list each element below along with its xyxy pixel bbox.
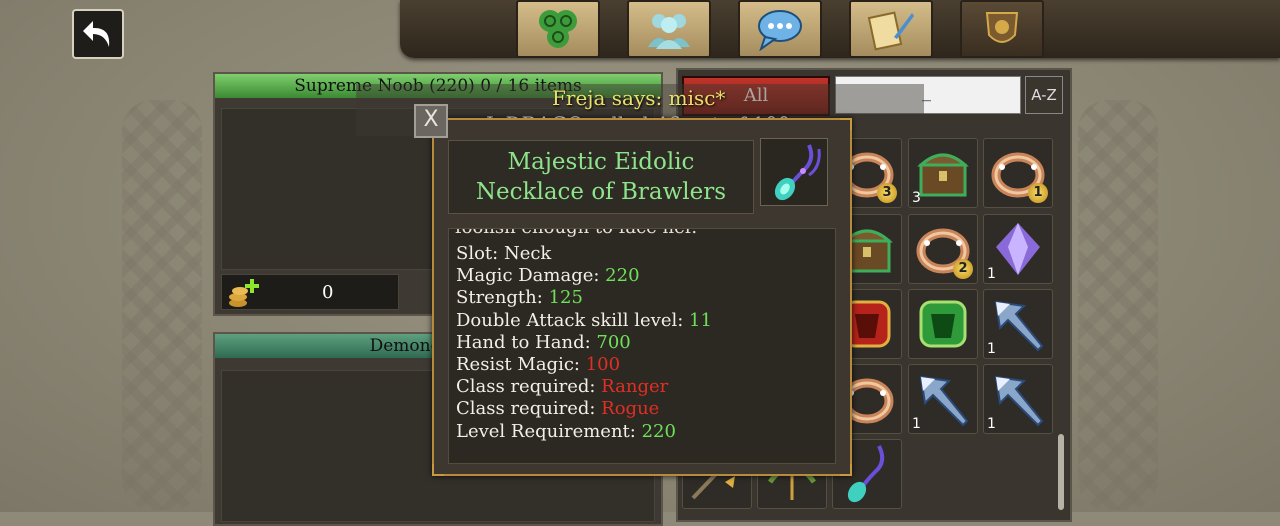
stat-value: Ranger	[601, 376, 669, 398]
stat-value: 700	[596, 331, 631, 353]
item-stat-line: Slot: Neck	[456, 243, 551, 264]
guild-crest-icon	[985, 12, 1019, 43]
tooltip-corner	[432, 464, 444, 476]
stat-label: Slot:	[456, 243, 504, 264]
stat-value: Neck	[503, 243, 552, 264]
item-stat-line: Resist Magic: 100	[456, 354, 620, 375]
stat-label: Resist Magic:	[456, 354, 586, 375]
stat-value: 220	[605, 265, 640, 287]
item-name-box: Majestic Eidolic Necklace of Brawlers	[448, 140, 754, 214]
inventory-slot[interactable]: 3	[908, 138, 978, 208]
celtic-knot-decoration-left	[122, 100, 202, 510]
item-stat-line: Strength: 125	[456, 287, 583, 308]
spiral-icon	[539, 10, 577, 48]
item-stat-line: Class required: Ranger	[456, 376, 668, 397]
slot-quantity: 1	[987, 266, 996, 282]
gold-offer-field[interactable]: 0	[221, 274, 399, 310]
gold-offer-value: 0	[322, 282, 334, 303]
item-icon-frame	[760, 138, 828, 206]
inventory-slot[interactable]: 2	[908, 214, 978, 284]
nav-spiral-button[interactable]	[516, 0, 600, 58]
stat-label: Hand to Hand:	[456, 331, 597, 353]
stat-label: Level Requirement:	[456, 420, 642, 442]
slot-quantity: 1	[912, 416, 921, 432]
green-armor-icon	[919, 300, 967, 348]
quest-scroll-icon	[867, 11, 914, 51]
back-arrow-icon	[83, 21, 110, 47]
slot-level-badge: 3	[877, 183, 897, 203]
tooltip-corner	[840, 464, 852, 476]
necklace-icon	[774, 144, 821, 201]
stat-label: Magic Damage:	[456, 265, 606, 287]
item-name-line2: Necklace of Brawlers	[475, 179, 727, 205]
stat-label: Class required:	[456, 376, 602, 398]
item-name-line1: Majestic Eidolic	[507, 149, 695, 175]
chat-message-freja: Freja says: misc*	[552, 86, 726, 110]
inventory-slot[interactable]: 1	[983, 289, 1053, 359]
celtic-knot-decoration-right	[1078, 100, 1158, 510]
nav-party-button[interactable]	[627, 0, 711, 58]
chat-icon	[758, 10, 802, 51]
item-name: Majestic Eidolic Necklace of Brawlers	[449, 147, 753, 207]
inventory-slot[interactable]	[908, 289, 978, 359]
party-icon	[648, 14, 690, 49]
sort-az-button[interactable]: A-Z	[1025, 76, 1063, 114]
item-stat-line: Class required: Rogue	[456, 398, 659, 419]
inventory-slot[interactable]: 1	[983, 138, 1053, 208]
back-button[interactable]	[72, 9, 124, 59]
slot-quantity: 3	[912, 190, 921, 206]
inventory-slot[interactable]: 1	[983, 364, 1053, 434]
item-stat-line: Level Requirement: 220	[456, 421, 676, 442]
slot-quantity: 1	[987, 341, 996, 357]
nav-chat-button[interactable]	[738, 0, 822, 58]
tooltip-corner	[840, 118, 852, 130]
stat-value: Rogue	[601, 398, 660, 420]
item-stat-line: Hand to Hand: 700	[456, 332, 631, 353]
nav-guild-button[interactable]	[960, 0, 1044, 58]
slot-level-badge: 2	[953, 259, 973, 279]
stat-value: 100	[585, 354, 621, 375]
stat-label: Strength:	[456, 287, 549, 309]
inventory-slot[interactable]: 1	[983, 214, 1053, 284]
stat-label: Class required:	[456, 398, 602, 420]
stat-value: 11	[689, 309, 712, 331]
item-stat-line: Magic Damage: 220	[456, 265, 640, 286]
item-tooltip: Majestic Eidolic Necklace of Brawlers fo…	[432, 118, 852, 476]
slot-quantity: 1	[987, 416, 996, 432]
gold-coins-add-icon	[229, 279, 259, 307]
nav-quest-button[interactable]	[849, 0, 933, 58]
item-description-clipped: foolish enough to face her.	[455, 229, 697, 238]
inventory-scrollbar[interactable]	[1058, 434, 1064, 510]
item-stat-line: Double Attack skill level: 11	[456, 310, 712, 331]
stat-label: Double Attack skill level:	[456, 309, 690, 331]
slot-level-badge: 1	[1028, 183, 1048, 203]
stat-value: 125	[548, 287, 583, 309]
close-tooltip-button[interactable]: X	[414, 104, 448, 138]
stat-value: 220	[641, 420, 676, 442]
inventory-slot[interactable]: 1	[908, 364, 978, 434]
item-stats-box: foolish enough to face her. Slot: NeckMa…	[448, 228, 836, 464]
